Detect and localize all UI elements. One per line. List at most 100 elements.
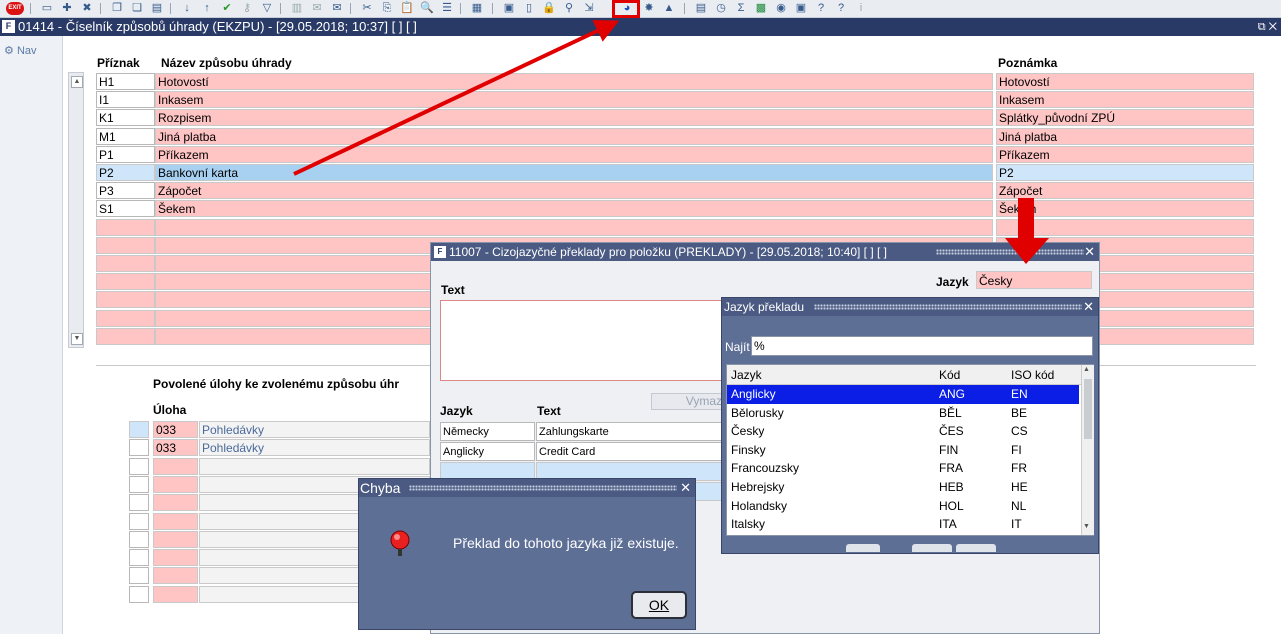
row-code-field[interactable]: H1 — [96, 73, 155, 90]
scroll-up-icon[interactable]: ▲ — [71, 76, 83, 88]
delete-record-icon[interactable]: ✖ — [80, 2, 94, 15]
task-row-selector[interactable] — [129, 585, 149, 603]
row-code-field[interactable]: M1 — [96, 127, 155, 145]
new-record-icon[interactable]: ▭ — [40, 2, 54, 15]
sort-ascending-icon[interactable]: ↓ — [180, 2, 194, 15]
translation-text-field[interactable]: Credit Card — [536, 442, 726, 461]
find-icon[interactable]: 🔍 — [420, 2, 434, 15]
task-code-field[interactable] — [153, 457, 198, 475]
row-name-field[interactable]: Hotovostí — [155, 73, 993, 90]
task-row-selector[interactable] — [129, 475, 149, 493]
export-icon[interactable]: ⇲ — [582, 2, 596, 15]
row-name-field[interactable]: Příkazem — [155, 145, 993, 163]
task-row-selector[interactable] — [129, 439, 149, 457]
close-icon[interactable]: ✕ — [1083, 298, 1094, 316]
empty-note-field[interactable] — [996, 218, 1254, 236]
document-icon[interactable]: ▯ — [522, 2, 536, 15]
task-row-selector[interactable] — [129, 457, 149, 475]
calendar-icon[interactable]: ▣ — [502, 2, 516, 15]
row-name-field[interactable]: Šekem — [155, 200, 993, 218]
nav-link[interactable]: ⚙ Nav — [4, 44, 37, 57]
duplicate-record-icon[interactable]: ▤ — [150, 2, 164, 15]
attach-icon[interactable]: ⚲ — [562, 2, 576, 15]
scroll-down-icon[interactable]: ▼ — [71, 333, 83, 345]
language-row[interactable]: Italsky ITA IT — [727, 515, 1079, 534]
task-code-field[interactable] — [153, 549, 198, 567]
task-row-selector[interactable] — [129, 549, 149, 567]
main-table-scrollbar[interactable]: ▲ ▼ — [68, 72, 84, 348]
task-row-selector[interactable] — [129, 530, 149, 548]
help-context-icon[interactable]: ? — [814, 2, 828, 15]
excel-icon[interactable]: ▩ — [754, 2, 768, 15]
delete-button[interactable]: Vymaz — [651, 393, 726, 410]
task-code-field[interactable] — [153, 567, 198, 585]
row-note-field[interactable]: Zápočet — [996, 182, 1254, 200]
row-note-field[interactable]: Příkazem — [996, 145, 1254, 163]
find-input[interactable]: % — [751, 336, 1093, 356]
sort-descending-icon[interactable]: ↑ — [200, 2, 214, 15]
dialog-button[interactable] — [956, 544, 996, 552]
lock-icon[interactable]: 🔒 — [542, 2, 556, 15]
exit-button[interactable]: EXIT — [6, 2, 24, 15]
empty-name-field[interactable] — [155, 218, 993, 236]
mail-icon[interactable]: ✉ — [310, 2, 324, 15]
row-name-field[interactable]: Jiná platba — [155, 127, 993, 145]
save-check-icon[interactable]: ✔ — [220, 2, 234, 15]
language-row[interactable]: Anglicky ANG EN — [727, 385, 1079, 404]
task-row-selector[interactable] — [129, 567, 149, 585]
sum-icon[interactable]: Σ — [734, 2, 748, 15]
close-icon[interactable]: ✕ — [680, 479, 691, 497]
task-code-field[interactable] — [153, 494, 198, 512]
empty-code-field[interactable] — [96, 255, 155, 272]
empty-code-field[interactable] — [96, 309, 155, 327]
translation-text-field[interactable]: Zahlungskarte — [536, 422, 726, 441]
row-note-field[interactable]: Jiná platba — [996, 127, 1254, 145]
empty-code-field[interactable] — [96, 327, 155, 345]
ok-button[interactable]: OK — [631, 591, 687, 619]
translation-jazyk-field[interactable]: Německy — [440, 422, 535, 441]
insert-record-icon[interactable]: ✚ — [60, 2, 74, 15]
info-icon[interactable]: i — [854, 2, 868, 15]
window-restore-icon[interactable]: ⧉ ✕ — [1258, 18, 1277, 36]
empty-code-field[interactable] — [96, 291, 155, 309]
row-note-field[interactable]: Šekem — [996, 200, 1254, 218]
help-icon[interactable]: ? — [834, 2, 848, 15]
task-code-field[interactable]: 033 — [153, 421, 198, 438]
paste-icon[interactable]: 📋 — [400, 2, 414, 15]
language-row[interactable]: Česky ČES CS — [727, 422, 1079, 441]
row-name-field[interactable]: Inkasem — [155, 91, 993, 109]
empty-code-field[interactable] — [96, 218, 155, 236]
language-row[interactable]: Finsky FIN FI — [727, 441, 1079, 460]
scroll-up-icon[interactable]: ▲ — [1083, 366, 1090, 373]
row-note-field[interactable]: P2 — [996, 164, 1254, 181]
task-row-selector[interactable] — [129, 512, 149, 530]
language-row[interactable]: Hebrejsky HEB HE — [727, 478, 1079, 497]
task-code-field[interactable] — [153, 475, 198, 493]
task-code-field[interactable] — [153, 530, 198, 548]
language-row[interactable]: Bělorusky BĚL BE — [727, 404, 1079, 423]
print-icon[interactable]: ▥ — [290, 2, 304, 15]
scroll-thumb[interactable] — [1084, 379, 1092, 439]
row-note-field[interactable]: Inkasem — [996, 91, 1254, 109]
task-code-field[interactable]: 033 — [153, 439, 198, 457]
filter-icon[interactable]: ▽ — [260, 2, 274, 15]
copy-record-icon[interactable]: ❐ — [110, 2, 124, 15]
paste-record-icon[interactable]: ❏ — [130, 2, 144, 15]
row-code-field[interactable]: P1 — [96, 145, 155, 163]
cut-icon[interactable]: ✂ — [360, 2, 374, 15]
row-name-field[interactable]: Rozpisem — [155, 109, 993, 127]
scroll-down-icon[interactable]: ▼ — [1083, 523, 1090, 530]
dialog-button[interactable] — [912, 544, 952, 552]
row-code-field[interactable]: K1 — [96, 109, 155, 127]
row-code-field[interactable]: P2 — [96, 164, 155, 181]
open-mail-icon[interactable]: ✉ — [330, 2, 344, 15]
row-name-field[interactable]: Zápočet — [155, 182, 993, 200]
row-code-field[interactable]: P3 — [96, 182, 155, 200]
row-code-field[interactable]: I1 — [96, 91, 155, 109]
task-row-selector[interactable] — [129, 494, 149, 512]
settings-icon[interactable]: ✸ — [642, 2, 656, 15]
row-note-field[interactable]: Hotovostí — [996, 73, 1254, 90]
row-code-field[interactable]: S1 — [96, 200, 155, 218]
chart-icon[interactable]: ▲ — [662, 2, 676, 15]
empty-code-field[interactable] — [96, 273, 155, 291]
